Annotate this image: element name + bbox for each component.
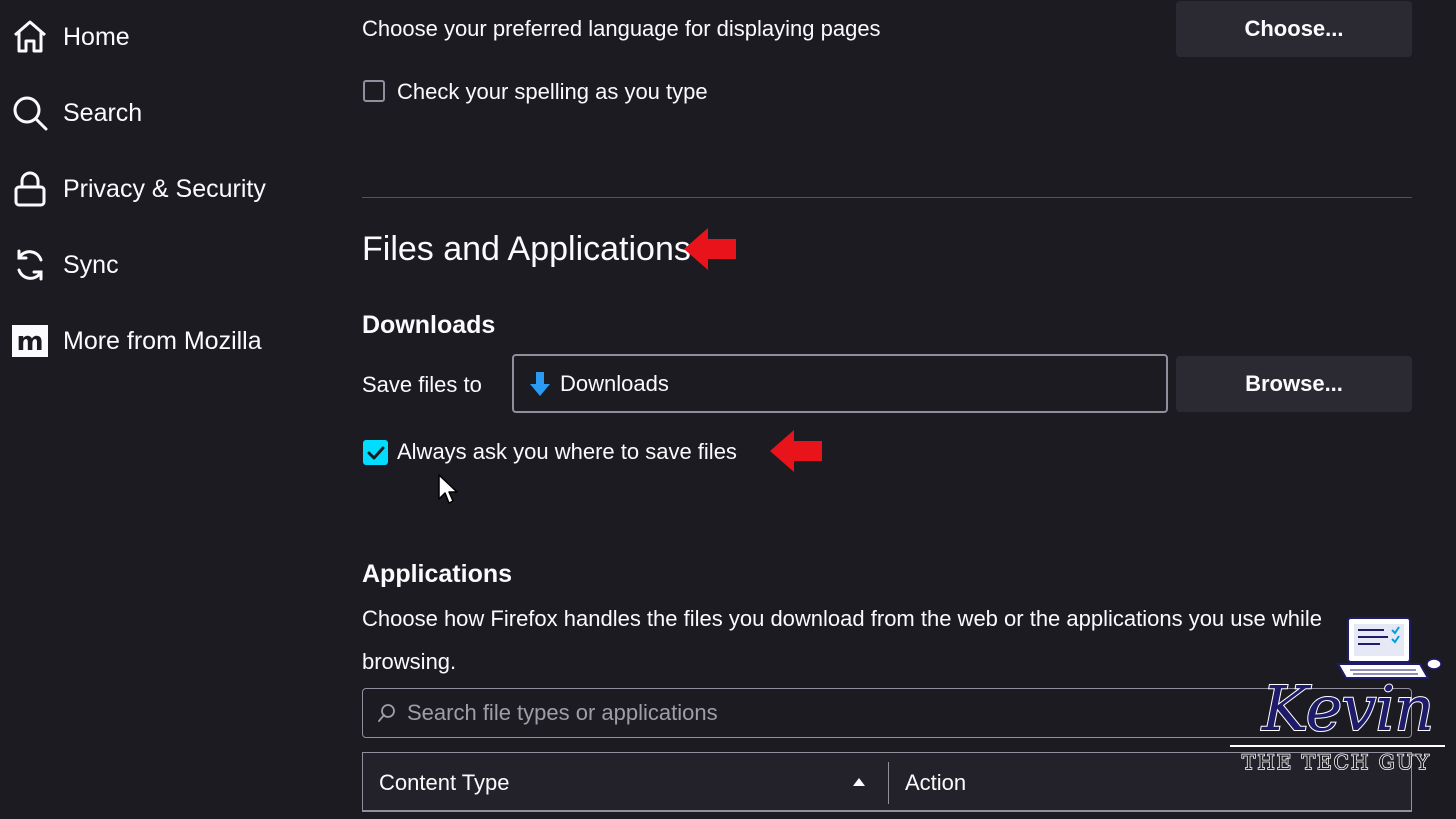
table-header-border	[362, 810, 1412, 812]
watermark-name: Kevin	[1261, 671, 1435, 746]
sidebar-item-search[interactable]: Search	[10, 85, 310, 141]
sidebar-item-label: Search	[63, 98, 143, 127]
download-folder-field[interactable]: Downloads	[512, 354, 1168, 413]
sync-icon	[10, 245, 50, 285]
search-icon	[10, 93, 50, 133]
watermark-tagline: THE TECH GUY	[1241, 749, 1431, 775]
settings-sidebar: Home Search Privacy & Security Sync m Mo…	[0, 0, 320, 819]
sidebar-item-sync[interactable]: Sync	[10, 237, 310, 293]
sidebar-item-more-from-mozilla[interactable]: m More from Mozilla	[10, 313, 310, 369]
sort-ascending-icon	[853, 778, 865, 786]
sidebar-item-label: More from Mozilla	[63, 326, 262, 355]
save-files-to-label: Save files to	[362, 372, 482, 397]
svg-text:m: m	[16, 327, 43, 357]
sidebar-item-privacy[interactable]: Privacy & Security	[10, 161, 310, 217]
always-ask-label: Always ask you where to save files	[397, 439, 737, 464]
section-divider	[362, 197, 1412, 198]
mozilla-icon: m	[10, 321, 50, 361]
applications-description-line1: Choose how Firefox handles the files you…	[362, 606, 1322, 631]
files-applications-title: Files and Applications	[362, 230, 691, 268]
always-ask-checkbox[interactable]	[363, 440, 388, 465]
annotation-arrow-icon	[770, 430, 822, 472]
downloads-heading: Downloads	[362, 311, 496, 339]
checkmark-icon	[367, 446, 385, 460]
firefox-settings-page: Home Search Privacy & Security Sync m Mo…	[0, 0, 1456, 819]
choose-language-button[interactable]: Choose...	[1176, 1, 1412, 57]
lock-icon	[10, 169, 50, 209]
home-icon	[10, 17, 50, 57]
spellcheck-checkbox[interactable]	[363, 80, 385, 102]
applications-description-line2: browsing.	[362, 649, 457, 674]
column-label: Action	[905, 769, 967, 795]
browse-button[interactable]: Browse...	[1176, 356, 1412, 412]
watermark-logo: Kevin THE TECH GUY	[1230, 612, 1450, 782]
spellcheck-label: Check your spelling as you type	[397, 79, 708, 104]
watermark-underline	[1230, 745, 1445, 747]
language-description: Choose your preferred language for displ…	[362, 16, 881, 41]
mouse-cursor-icon	[438, 474, 458, 504]
column-label: Content Type	[379, 769, 510, 795]
sidebar-item-home[interactable]: Home	[10, 9, 310, 65]
applications-heading: Applications	[362, 560, 513, 588]
download-folder-value: Downloads	[560, 370, 669, 396]
download-arrow-icon	[530, 371, 550, 396]
sidebar-item-label: Privacy & Security	[63, 174, 266, 203]
content-type-column-header[interactable]: Content Type	[363, 753, 888, 812]
annotation-arrow-icon	[684, 228, 736, 270]
search-icon	[378, 704, 395, 722]
sidebar-item-label: Home	[63, 22, 130, 51]
action-column-header[interactable]: Action	[889, 753, 966, 812]
sidebar-item-label: Sync	[63, 250, 119, 279]
